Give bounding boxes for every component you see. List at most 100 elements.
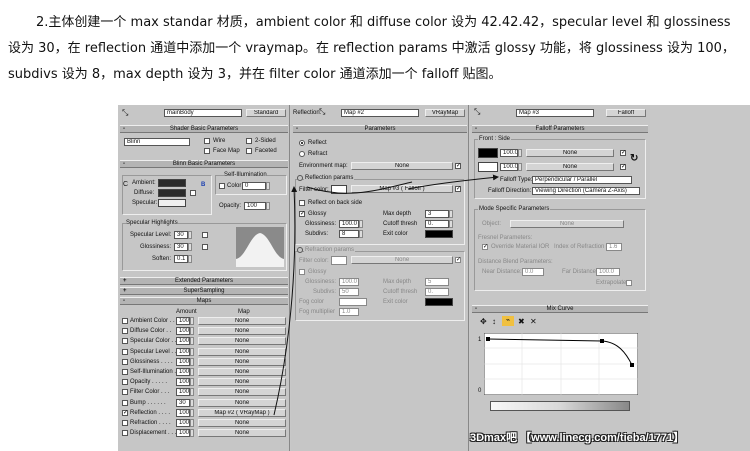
object-pick-button[interactable]: None bbox=[510, 220, 624, 228]
face-map-checkbox[interactable] bbox=[204, 148, 210, 154]
map-amount-spinner[interactable] bbox=[190, 357, 194, 366]
map-amount-field[interactable]: 30 bbox=[176, 398, 190, 407]
map-amount-field[interactable]: 100 bbox=[176, 337, 190, 346]
filter-color-swatch[interactable] bbox=[331, 185, 347, 194]
self-illum-value-field[interactable]: 0 bbox=[242, 182, 266, 190]
front-map-button[interactable]: None bbox=[526, 149, 614, 157]
refr-cutoff-field[interactable]: 0. bbox=[425, 288, 449, 296]
refr-filter-map-checkbox[interactable] bbox=[455, 256, 461, 264]
map-slot-button[interactable]: None bbox=[198, 378, 286, 387]
front-amount-field[interactable]: 100.0 bbox=[500, 149, 518, 157]
env-map-button[interactable]: None bbox=[351, 162, 453, 170]
scale-icon[interactable]: ↕ bbox=[492, 317, 496, 326]
filter-map-button[interactable]: Map #3 ( Falloff ) bbox=[351, 185, 453, 193]
ior-field[interactable]: 1.6 bbox=[606, 243, 622, 251]
cutoff-spinner[interactable] bbox=[449, 220, 453, 228]
map-amount-spinner[interactable] bbox=[190, 327, 194, 336]
map-amount-spinner[interactable] bbox=[190, 419, 194, 427]
specular-level-spinner[interactable] bbox=[188, 231, 192, 239]
glossy-checkbox[interactable] bbox=[299, 210, 305, 218]
map-enable-checkbox[interactable] bbox=[122, 318, 128, 324]
refract-radio[interactable] bbox=[299, 151, 305, 157]
map-enable-checkbox[interactable] bbox=[122, 409, 128, 417]
mix-curve-rollout[interactable]: - Mix Curve bbox=[472, 305, 648, 313]
glossiness-field[interactable]: 30 bbox=[174, 243, 188, 251]
faceted-checkbox[interactable] bbox=[246, 148, 252, 154]
map-amount-spinner[interactable] bbox=[190, 398, 194, 407]
lock-icon[interactable]: B bbox=[201, 181, 205, 189]
map-slot-button[interactable]: None bbox=[198, 388, 286, 397]
mix-curve-graph[interactable] bbox=[484, 333, 638, 395]
map-amount-field[interactable]: 100 bbox=[176, 388, 190, 397]
specular-level-map-button[interactable] bbox=[202, 232, 208, 238]
subdivs-field[interactable]: 8 bbox=[339, 230, 359, 238]
wire-checkbox[interactable] bbox=[204, 138, 210, 144]
blinn-basic-rollout[interactable]: - Blinn Basic Parameters bbox=[120, 160, 288, 168]
cutoff-field[interactable]: 0. bbox=[425, 220, 449, 228]
map-slot-button[interactable]: None bbox=[198, 368, 286, 376]
eyedropper-icon[interactable]: ⤡ bbox=[319, 107, 325, 117]
extended-params-rollout[interactable]: + Extended Parameters bbox=[120, 277, 288, 285]
specular-level-field[interactable]: 30 bbox=[174, 231, 188, 239]
falloff-type-select[interactable]: Perpendicular / Parallel bbox=[532, 176, 632, 184]
specular-color-swatch[interactable] bbox=[158, 199, 186, 207]
opacity-spinner[interactable] bbox=[266, 202, 270, 210]
vraymap-parameters-rollout[interactable]: - Parameters bbox=[293, 125, 467, 133]
two-sided-checkbox[interactable] bbox=[246, 138, 252, 144]
side-amount-field[interactable]: 100.0 bbox=[500, 163, 518, 171]
fog-color-swatch[interactable] bbox=[339, 298, 367, 306]
glossiness-spinner[interactable] bbox=[359, 220, 363, 228]
map-amount-spinner[interactable] bbox=[190, 378, 194, 387]
self-illum-spinner[interactable] bbox=[266, 182, 270, 190]
swap-colors-icon[interactable]: ↻ bbox=[630, 153, 638, 164]
front-map-checkbox[interactable] bbox=[620, 149, 626, 157]
extrapolate-checkbox[interactable] bbox=[626, 280, 632, 286]
material-type-button[interactable]: Standard bbox=[246, 109, 286, 117]
refr-glossiness-field[interactable]: 100.0 bbox=[339, 278, 359, 286]
map-amount-field[interactable]: 100 bbox=[176, 357, 190, 366]
map-slot-button[interactable]: None bbox=[198, 317, 286, 325]
supersampling-rollout[interactable]: + SuperSampling bbox=[120, 287, 288, 295]
map-enable-checkbox[interactable] bbox=[122, 348, 128, 355]
refraction-params-toggle[interactable] bbox=[297, 247, 303, 253]
map-amount-spinner[interactable] bbox=[190, 317, 194, 325]
falloff-name-field[interactable]: Map #3 bbox=[516, 109, 594, 117]
side-color-swatch[interactable] bbox=[478, 162, 498, 172]
refr-subdivs-field[interactable]: 50 bbox=[339, 288, 359, 296]
map-amount-spinner[interactable] bbox=[190, 368, 194, 376]
shader-type-select[interactable]: Blinn bbox=[124, 138, 190, 146]
eyedropper-icon[interactable]: ⤡ bbox=[122, 108, 128, 118]
reflection-params-toggle[interactable] bbox=[297, 175, 303, 181]
map-slot-button[interactable]: None bbox=[198, 429, 286, 438]
near-distance-field[interactable]: 0.0 bbox=[522, 268, 544, 276]
map-amount-spinner[interactable] bbox=[190, 388, 194, 397]
map-slot-button[interactable]: Map #2 ( VRayMap ) bbox=[198, 408, 286, 417]
front-amount-spinner[interactable] bbox=[518, 149, 522, 157]
map-amount-field[interactable]: 100 bbox=[176, 347, 190, 356]
delete-point-icon[interactable]: ✖ bbox=[518, 317, 525, 326]
map-amount-spinner[interactable] bbox=[190, 347, 194, 356]
shader-basic-rollout[interactable]: - Shader Basic Parameters bbox=[120, 125, 288, 133]
falloff-type-button[interactable]: Falloff bbox=[606, 109, 646, 117]
map-amount-field[interactable]: 100 bbox=[176, 419, 190, 427]
refr-glossy-checkbox[interactable] bbox=[299, 269, 305, 275]
side-map-button[interactable]: None bbox=[526, 163, 614, 171]
glossiness-spinner[interactable] bbox=[188, 243, 192, 251]
soften-field[interactable]: 0.1 bbox=[174, 255, 188, 263]
map-amount-field[interactable]: 100 bbox=[176, 408, 190, 417]
soften-spinner[interactable] bbox=[188, 255, 192, 263]
reset-curve-icon[interactable]: ✕ bbox=[530, 317, 537, 326]
front-color-swatch[interactable] bbox=[478, 148, 498, 158]
map-amount-field[interactable]: 100 bbox=[176, 378, 190, 387]
map-enable-checkbox[interactable] bbox=[122, 399, 128, 406]
map-enable-checkbox[interactable] bbox=[122, 358, 128, 365]
override-ior-checkbox[interactable] bbox=[482, 243, 488, 251]
max-depth-spinner[interactable] bbox=[449, 210, 453, 218]
refr-filter-swatch[interactable] bbox=[331, 256, 347, 265]
map-amount-spinner[interactable] bbox=[190, 408, 194, 417]
falloff-parameters-rollout[interactable]: - Falloff Parameters bbox=[472, 125, 648, 133]
refr-max-depth-field[interactable]: 5 bbox=[425, 278, 449, 286]
refr-filter-map-button[interactable]: None bbox=[351, 256, 453, 264]
move-icon[interactable]: ✥ bbox=[480, 317, 487, 326]
env-map-checkbox[interactable] bbox=[455, 162, 461, 170]
